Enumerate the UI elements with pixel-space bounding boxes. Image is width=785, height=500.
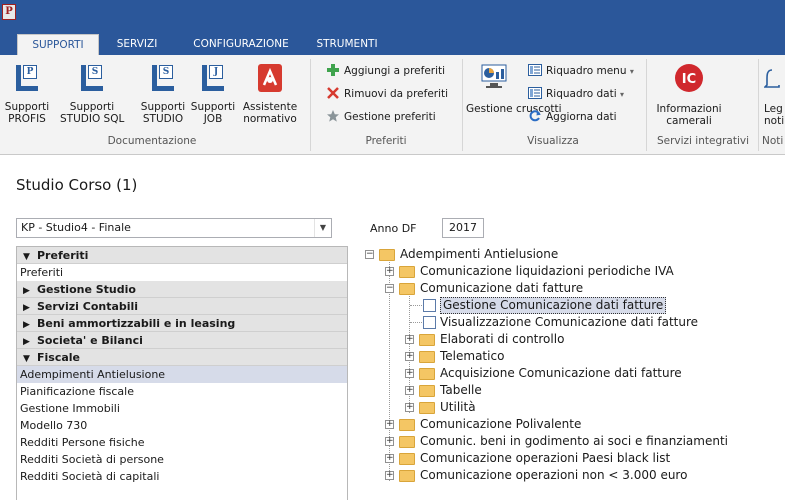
expand-icon[interactable]: + xyxy=(385,420,394,429)
folder-icon xyxy=(419,351,435,363)
app-icon[interactable]: P xyxy=(2,4,16,20)
informazioni-camerali-button[interactable]: IC Informazioni camerali xyxy=(650,61,728,133)
remove-x-icon xyxy=(326,86,340,100)
folder-icon xyxy=(399,436,415,448)
tab-strumenti[interactable]: STRUMENTI xyxy=(311,34,383,55)
chevron-down-icon: ▾ xyxy=(629,67,634,76)
expand-icon[interactable]: + xyxy=(405,335,414,344)
expand-icon[interactable]: + xyxy=(385,437,394,446)
group-label-visualizza: Visualizza xyxy=(527,135,579,147)
folder-icon xyxy=(399,470,415,482)
assistente-normativo-button[interactable]: Assistente normativo xyxy=(240,61,300,133)
folder-icon xyxy=(419,334,435,346)
section-header-beni-ammortizzabili[interactable]: ▶ Beni ammortizzabili e in leasing xyxy=(17,315,347,332)
refresh-icon xyxy=(528,109,542,123)
group-label-servizi-integrativi: Servizi integrativi xyxy=(656,135,750,147)
dashboard-icon xyxy=(481,63,507,93)
job-doc-icon: J xyxy=(202,65,224,91)
bell-icon xyxy=(763,67,780,93)
ic-badge-icon: IC xyxy=(674,63,704,93)
ribbon-tabs: SUPPORTI SERVIZI CONFIGURAZIONE STRUMENT… xyxy=(0,30,785,55)
tab-servizi[interactable]: SERVIZI xyxy=(108,34,166,55)
collapse-icon[interactable]: − xyxy=(365,250,374,259)
add-favorite-button[interactable]: Aggiungi a preferiti xyxy=(326,62,445,80)
manage-favorites-button[interactable]: Gestione preferiti xyxy=(326,108,436,126)
group-divider xyxy=(310,59,311,151)
list-item[interactable]: Pianificazione fiscale xyxy=(17,383,347,400)
title-bar: P xyxy=(0,0,785,30)
studio-doc-icon: S xyxy=(152,65,174,91)
expand-icon[interactable]: + xyxy=(405,403,414,412)
riquadro-menu-dropdown[interactable]: Riquadro menu ▾ xyxy=(528,62,634,80)
page-title: Studio Corso (1) xyxy=(16,176,138,194)
anno-label: Anno DF xyxy=(370,222,417,235)
section-header-gestione-studio[interactable]: ▶ Gestione Studio xyxy=(17,281,347,298)
list-item[interactable]: Redditi Società di capitali xyxy=(17,468,347,485)
tree-view: − Adempimenti Antielusione + Comunicazio… xyxy=(365,247,729,482)
list-item[interactable]: Redditi Persone fisiche xyxy=(17,434,347,451)
supporti-studio-button[interactable]: S Supporti STUDIO xyxy=(136,61,190,133)
grid-panel-icon xyxy=(528,86,542,100)
folder-icon xyxy=(399,419,415,431)
expand-icon[interactable]: + xyxy=(405,352,414,361)
tab-configurazione[interactable]: CONFIGURAZIONE xyxy=(183,34,299,55)
folder-icon xyxy=(399,453,415,465)
expand-icon[interactable]: + xyxy=(385,454,394,463)
folder-icon xyxy=(419,385,435,397)
tab-supporti[interactable]: SUPPORTI xyxy=(17,34,99,55)
plus-icon xyxy=(326,63,340,77)
document-icon xyxy=(423,316,436,329)
svg-text:IC: IC xyxy=(682,72,696,87)
section-header-preferiti[interactable]: ▼ Preferiti xyxy=(17,247,347,264)
expand-icon[interactable]: + xyxy=(405,369,414,378)
collapse-icon[interactable]: − xyxy=(385,284,394,293)
studio-sql-doc-icon: S xyxy=(81,65,103,91)
chevron-down-icon: ▾ xyxy=(619,90,624,99)
grid-panel-icon xyxy=(528,63,542,77)
aggiorna-dati-button[interactable]: Aggiorna dati xyxy=(528,108,617,126)
expand-icon[interactable]: + xyxy=(385,267,394,276)
riquadro-dati-dropdown[interactable]: Riquadro dati ▾ xyxy=(528,85,624,103)
folder-icon xyxy=(419,368,435,380)
expand-icon[interactable]: + xyxy=(385,471,394,480)
group-label-notifiche: Noti xyxy=(762,135,784,147)
folder-icon xyxy=(379,249,395,261)
group-divider xyxy=(646,59,647,151)
supporti-studio-sql-button[interactable]: S Supporti STUDIO SQL xyxy=(60,61,124,133)
star-icon xyxy=(326,109,340,123)
group-divider xyxy=(758,59,759,151)
remove-favorite-button[interactable]: Rimuovi da preferiti xyxy=(326,85,448,103)
folder-icon xyxy=(399,283,415,295)
list-item[interactable]: Modello 730 xyxy=(17,417,347,434)
document-icon xyxy=(423,299,436,312)
section-header-societa-bilanci[interactable]: ▶ Societa' e Bilanci xyxy=(17,332,347,349)
list-item[interactable]: Redditi Società di persone xyxy=(17,451,347,468)
supporti-profis-button[interactable]: P Supporti PROFIS xyxy=(2,61,52,133)
group-label-preferiti: Preferiti xyxy=(365,135,407,147)
gestione-cruscotti-button[interactable]: Gestione cruscotti xyxy=(466,61,562,133)
group-label-documentazione: Documentazione xyxy=(107,135,197,147)
list-item[interactable]: Gestione Immobili xyxy=(17,400,347,417)
list-item[interactable]: Preferiti xyxy=(17,264,347,281)
profis-doc-icon: P xyxy=(16,65,38,91)
studio-select[interactable]: KP - Studio4 - Finale ▼ xyxy=(16,218,332,238)
expand-icon[interactable]: + xyxy=(405,386,414,395)
notifiche-button[interactable]: Leg noti xyxy=(762,61,785,133)
chevron-down-icon[interactable]: ▼ xyxy=(314,219,331,237)
group-divider xyxy=(462,59,463,151)
supporti-job-button[interactable]: J Supporti JOB xyxy=(190,61,236,133)
folder-icon xyxy=(419,402,435,414)
folder-icon xyxy=(399,266,415,278)
section-header-servizi-contabili[interactable]: ▶ Servizi Contabili xyxy=(17,298,347,315)
list-item-selected[interactable]: Adempimenti Antielusione xyxy=(17,366,347,383)
ribbon: P Supporti PROFIS S Supporti STUDIO SQL … xyxy=(0,55,785,155)
assistente-normativo-icon xyxy=(256,63,284,93)
menu-panel: ▼ Preferiti Preferiti ▶ Gestione Studio ▶ S… xyxy=(16,246,348,500)
section-header-fiscale[interactable]: ▼ Fiscale xyxy=(17,349,347,366)
anno-input[interactable]: 2017 xyxy=(442,218,484,238)
